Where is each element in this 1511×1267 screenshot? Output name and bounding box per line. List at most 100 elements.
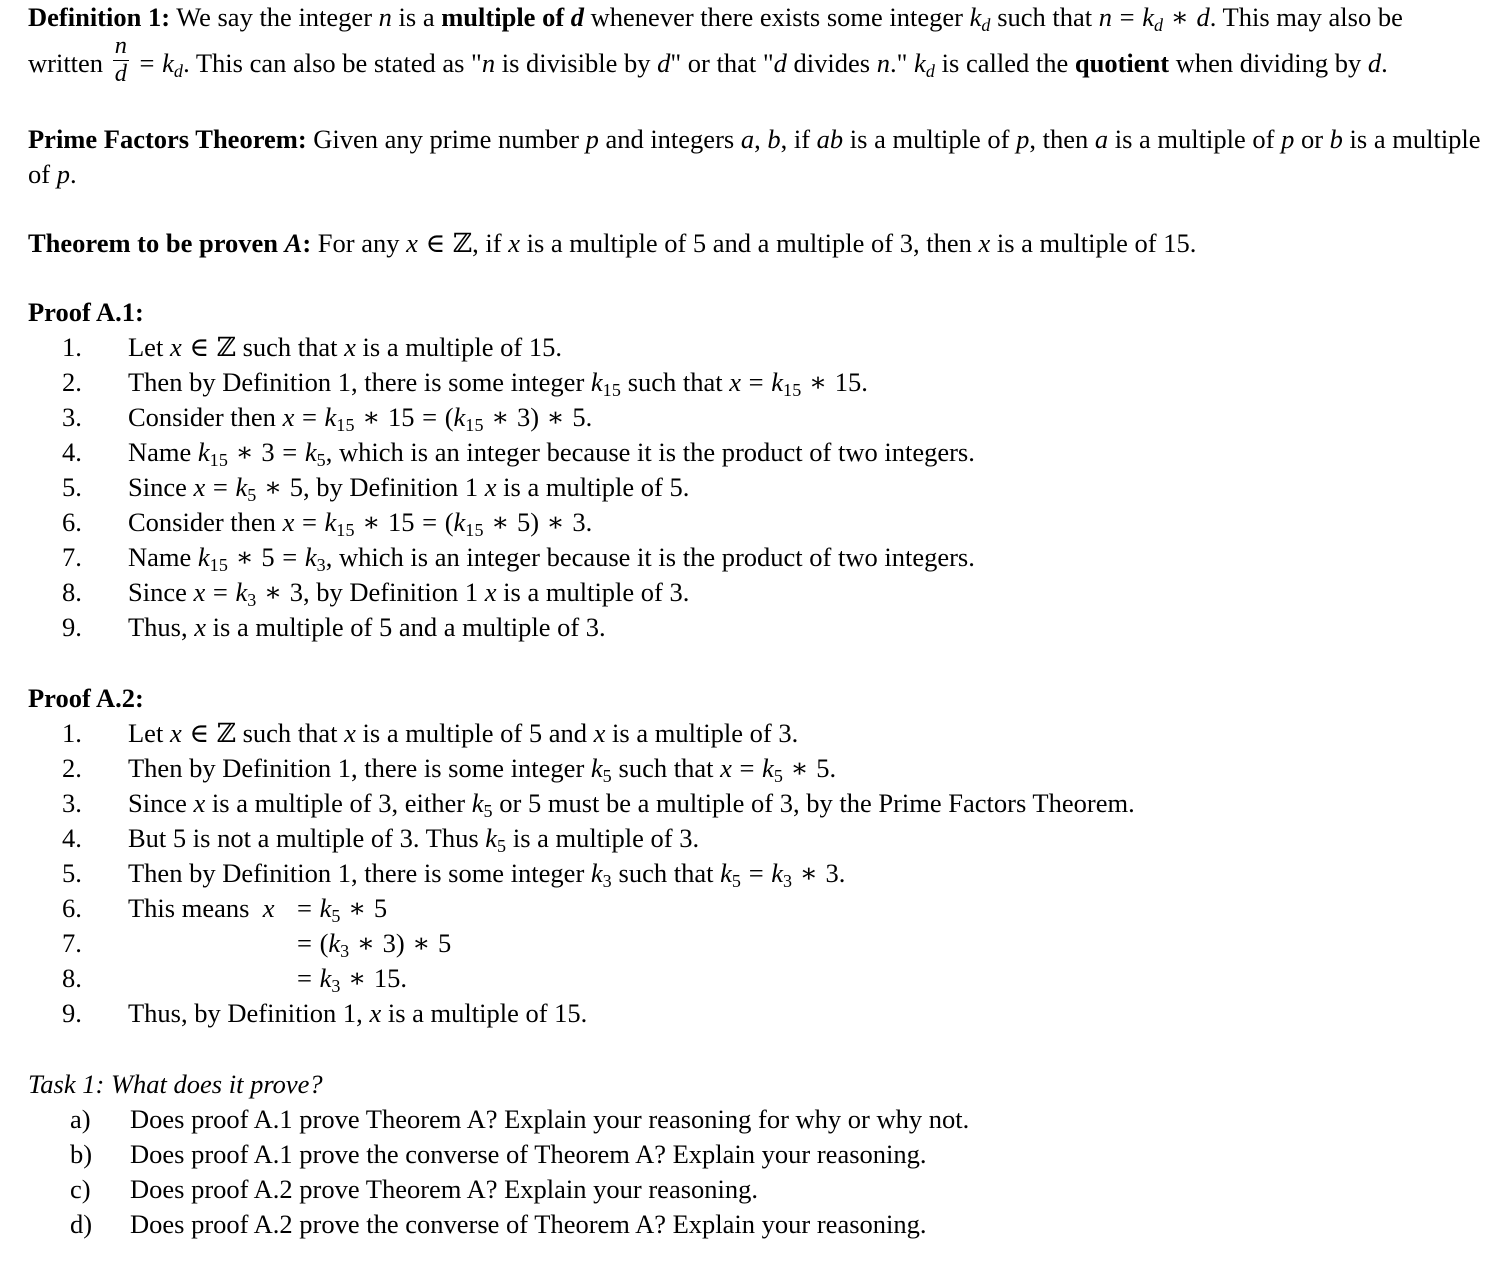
def-text-13: when dividing by <box>1169 47 1368 78</box>
equals-symbol: = <box>297 892 312 923</box>
equals-symbol: = <box>301 401 317 432</box>
var-k3: k3 <box>304 541 326 575</box>
var-k15: k15 <box>453 401 484 435</box>
list-item-text: Then by Definition 1, there is some inte… <box>128 857 846 891</box>
equals-symbol: = <box>739 752 755 783</box>
star-symbol: ∗ <box>790 752 809 783</box>
fraction-denominator: d <box>114 59 127 87</box>
var-x: x <box>193 471 206 502</box>
theorem-a-body: For any x ∈ ℤ, if x is a multiple of 5 a… <box>311 227 1197 259</box>
var-x: x <box>282 506 295 537</box>
pft-var-p: p <box>585 123 599 154</box>
var-x: x <box>169 717 182 748</box>
def-quote-n2: n <box>876 47 890 78</box>
list-item-text: Let x ∈ ℤ such that x is a multiple of 1… <box>128 331 562 363</box>
list-marker: 1. <box>62 717 82 748</box>
thm-text-3: is a multiple of 5 and a multiple of 3, … <box>519 227 979 258</box>
list-item: 5. Then by Definition 1, there is some i… <box>0 856 1511 891</box>
pft-text-3: , if <box>780 123 817 154</box>
var-x: x <box>193 576 206 607</box>
list-item-text: Does proof A.1 prove the converse of The… <box>130 1138 927 1169</box>
pft-text-4: is a multiple of <box>843 123 1017 154</box>
def-k-d-3: kd <box>914 47 935 80</box>
task-1-list: a) Does proof A.1 prove Theorem A? Expla… <box>0 1102 1511 1242</box>
list-item-text: Then by Definition 1, there is some inte… <box>128 752 837 786</box>
list-marker: 7. <box>62 541 82 572</box>
list-item: 8. Since x = k3 ∗ 3, by Definition 1 x i… <box>0 575 1511 610</box>
list-item-text: But 5 is not a multiple of 3. Thus k5 is… <box>128 822 700 856</box>
list-item-text: Consider then x = k15 ∗ 15 = (k15 ∗ 3) ∗… <box>128 401 593 435</box>
fraction-n-over-d: nd <box>112 33 129 87</box>
def-k-d-3-base: k <box>914 47 926 78</box>
def-text-4: such that <box>990 2 1099 32</box>
set-z: ℤ <box>216 331 236 363</box>
var-x: x <box>593 717 606 748</box>
elem-of-symbol: ∈ <box>189 717 209 748</box>
var-k15: k15 <box>771 366 802 400</box>
var-k15: k15 <box>324 401 355 435</box>
star-symbol: ∗ <box>235 436 254 467</box>
list-marker: d) <box>70 1208 93 1239</box>
def-eq-sign: = <box>1113 2 1142 32</box>
list-marker: 3. <box>62 401 82 432</box>
star-symbol: ∗ <box>491 506 510 537</box>
star-symbol: ∗ <box>264 471 283 502</box>
list-item-text: Does proof A.2 prove Theorem A? Explain … <box>130 1173 759 1204</box>
var-x: x <box>344 331 356 362</box>
thm-set-z: ℤ <box>452 227 473 259</box>
thm-text-4: is a multiple of 15. <box>990 227 1197 258</box>
list-marker: 8. <box>62 962 82 993</box>
def-var-n: n <box>378 2 392 32</box>
def-var-k-sub: d <box>981 15 991 36</box>
var-x: x <box>194 611 207 642</box>
theorem-a-label-var: A <box>284 227 303 258</box>
pft-comma: , <box>754 123 768 154</box>
list-marker: 7. <box>62 927 82 958</box>
def-eq-d: d <box>1196 2 1210 32</box>
list-marker: 9. <box>62 611 82 642</box>
list-item: 2. Then by Definition 1, there is some i… <box>0 751 1511 786</box>
star-symbol: ∗ <box>357 927 376 958</box>
def-k-d-2-sub: d <box>173 60 184 81</box>
var-k3: k3 <box>590 857 612 891</box>
list-item-text: Thus, x is a multiple of 5 and a multipl… <box>128 611 606 642</box>
var-k3: k3 <box>319 962 341 996</box>
pft-var-b2: b <box>1329 123 1343 154</box>
list-marker: 6. <box>62 892 82 923</box>
equals-symbol: = <box>422 506 438 537</box>
list-item-text: Consider then x = k15 ∗ 15 = (k15 ∗ 5) ∗… <box>128 506 593 540</box>
def-eq-k-sub: d <box>1154 15 1164 36</box>
list-item: 4. But 5 is not a multiple of 3. Thus k5… <box>0 821 1511 856</box>
list-item-text: Then by Definition 1, there is some inte… <box>128 366 868 400</box>
def-eq-k-base: k <box>1142 2 1155 32</box>
list-item: 6. This means x = k5 ∗ 5 <box>0 891 1511 926</box>
def-k-d-2-base: k <box>162 47 174 78</box>
list-item: 9. Thus, by Definition 1, x is a multipl… <box>0 996 1511 1031</box>
var-x: x <box>484 576 497 607</box>
pft-text-7: or <box>1294 123 1330 154</box>
var-k5: k5 <box>471 787 493 821</box>
list-item: b) Does proof A.1 prove the converse of … <box>0 1137 1511 1172</box>
star-symbol: ∗ <box>264 576 283 607</box>
list-marker: 1. <box>62 331 82 362</box>
pft-text-1: Given any prime number <box>313 123 586 154</box>
list-marker: 2. <box>62 366 82 397</box>
def-text-7: . This can also be stated as " <box>183 47 482 78</box>
var-x: x <box>193 787 206 818</box>
star-symbol: ∗ <box>799 857 818 888</box>
star-symbol: ∗ <box>491 401 510 432</box>
proof-a2-heading: Proof A.2: <box>28 682 144 713</box>
var-k15: k15 <box>453 506 484 540</box>
list-item: a) Does proof A.1 prove Theorem A? Expla… <box>0 1102 1511 1137</box>
prime-factors-theorem-label: Prime Factors Theorem: <box>28 123 307 154</box>
document-page: Definition 1: We say the integer n is a … <box>0 0 1511 1267</box>
var-x: x <box>262 892 275 923</box>
var-k15: k15 <box>197 541 229 575</box>
star-symbol: ∗ <box>546 401 565 432</box>
list-item-text: Does proof A.1 prove Theorem A? Explain … <box>130 1103 970 1134</box>
task-1-heading-text: What does it prove? <box>104 1068 323 1099</box>
list-item-text: Since x = k5 ∗ 5, by Definition 1 x is a… <box>128 471 690 505</box>
def-final-d: d <box>1367 47 1382 78</box>
var-k5: k5 <box>304 436 326 470</box>
list-item: 7. Name k15 ∗ 5 = k3, which is an intege… <box>0 540 1511 575</box>
